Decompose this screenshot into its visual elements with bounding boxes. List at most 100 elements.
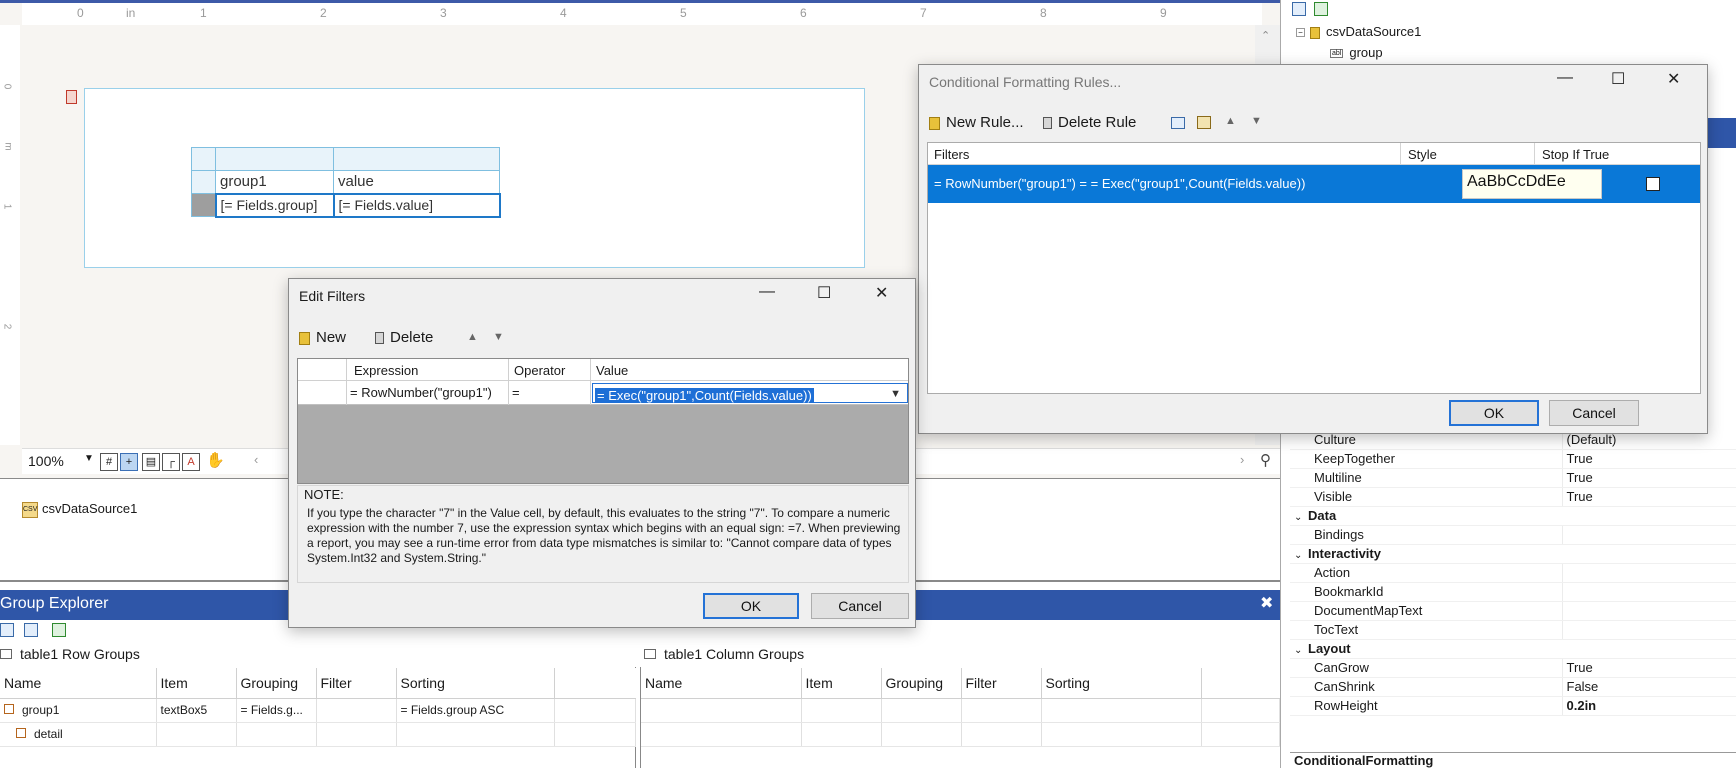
stop-if-true-checkbox[interactable] [1646,177,1660,191]
maximize-icon[interactable]: ☐ [817,283,831,303]
property-value[interactable]: 0.2in [1562,696,1736,716]
property-row[interactable]: CanShrink False [1290,677,1736,697]
zoom-level[interactable]: 100% [28,453,64,469]
property-value[interactable] [1562,563,1736,583]
property-category[interactable]: ⌄ Layout [1290,639,1736,659]
tree-node-field[interactable]: abl group [1330,45,1383,60]
property-value[interactable]: True [1562,658,1736,678]
cancel-button[interactable]: Cancel [811,593,909,619]
filter-value-text[interactable]: = Exec("group1",Count(Fields.value)) [595,388,814,403]
ruler-icon[interactable]: ┌ [162,453,180,471]
property-row[interactable]: Visible True [1290,487,1736,507]
column-header[interactable]: Operator [514,363,565,378]
detail-cell-group[interactable]: [= Fields.group] [214,192,335,218]
property-value[interactable] [1562,601,1736,621]
edit-icon[interactable] [1292,2,1306,16]
property-row[interactable]: Bindings [1290,525,1736,545]
copy-icon[interactable] [1171,117,1185,129]
hand-icon[interactable]: ✋ [206,453,225,471]
column-header[interactable]: Name [0,668,157,699]
column-header[interactable]: Style [1408,147,1437,162]
rule-row-selected[interactable]: = RowNumber("group1") = = Exec("group1",… [928,165,1700,203]
maximize-icon[interactable]: ☐ [1611,69,1625,89]
property-category[interactable]: ⌄ Interactivity [1290,544,1736,564]
column-header[interactable]: Expression [354,363,418,378]
delete-filter-button[interactable]: Delete [375,329,433,346]
property-value[interactable]: True [1562,449,1736,469]
chevron-left-icon[interactable]: ‹ [254,452,258,467]
chevron-down-icon[interactable]: ⌄ [1294,550,1308,561]
report-table[interactable]: group1 value [= Fields.group] [= Fields.… [191,147,501,218]
column-header[interactable]: Sorting [1041,668,1202,699]
move-down-icon[interactable]: ▼ [1251,115,1262,127]
detail-cell-value[interactable]: [= Fields.value] [332,192,501,218]
property-value[interactable] [1562,620,1736,640]
column-header[interactable]: Filter [316,668,397,699]
cancel-button[interactable]: Cancel [1549,400,1639,426]
property-row[interactable]: CanGrow True [1290,658,1736,678]
filter-row[interactable]: = RowNumber("group1") = = Exec("group1",… [298,381,908,405]
column-header[interactable]: Stop If True [1542,147,1609,162]
chevron-down-icon[interactable]: ▼ [890,388,901,400]
grid-icon[interactable]: # [100,453,118,471]
new-rule-button[interactable]: New Rule... [929,114,1024,131]
move-up-icon[interactable]: ▲ [1225,115,1236,127]
chevron-down-icon[interactable]: ⌄ [1294,645,1308,656]
tree-node-data-source[interactable]: − csvDataSource1 [1296,24,1421,39]
magnifier-icon[interactable]: ⚲ [1260,451,1271,469]
refresh-icon[interactable] [52,623,66,637]
ok-button[interactable]: OK [1449,400,1539,426]
table-column-handle[interactable] [215,147,334,171]
font-icon[interactable]: A [182,453,200,471]
table-row-handle[interactable] [191,170,216,194]
table-corner-handle[interactable] [191,147,216,171]
group-name[interactable]: detail [0,722,157,747]
column-header[interactable]: Filter [961,668,1042,699]
close-icon[interactable]: ✖ [1260,593,1273,613]
column-header[interactable]: Item [801,668,882,699]
chevron-down-icon[interactable]: ⌄ [1294,512,1308,523]
data-source-item[interactable]: CSV csvDataSource1 [22,501,137,518]
column-header[interactable]: Grouping [881,668,962,699]
paste-icon[interactable] [1197,116,1211,129]
table-row[interactable]: group1 textBox5 = Fields.g... = Fields.g… [0,698,636,723]
column-header[interactable]: Filters [934,147,969,162]
new-filter-button[interactable]: New [299,329,346,346]
chevron-right-icon[interactable]: › [1240,452,1244,467]
collapse-icon[interactable]: − [1296,28,1305,38]
close-icon[interactable]: ✕ [875,283,888,303]
property-row[interactable]: RowHeight 0.2in [1290,696,1736,716]
property-row[interactable]: KeepTogether True [1290,449,1736,469]
property-value[interactable] [1562,525,1736,545]
refresh-icon[interactable] [1314,2,1328,16]
property-value[interactable]: False [1562,677,1736,697]
delete-rule-button[interactable]: Delete Rule [1043,114,1136,131]
rule-style-preview[interactable]: AaBbCcDdEe [1462,169,1602,199]
move-up-icon[interactable]: ▲ [467,331,478,343]
header-cell-value[interactable]: value [333,170,500,194]
minimize-icon[interactable]: — [759,283,775,301]
filter-operator[interactable]: = [512,385,520,400]
ok-button[interactable]: OK [703,593,799,619]
move-down-icon[interactable]: ▼ [493,331,504,343]
section-icon[interactable]: ▤ [142,453,160,471]
header-cell-group1[interactable]: group1 [215,170,334,194]
rule-filter[interactable]: = RowNumber("group1") = = Exec("group1",… [934,176,1305,191]
property-row[interactable]: TocText [1290,620,1736,640]
table-column-handle[interactable] [333,147,500,171]
filter-value-combobox[interactable]: = Exec("group1",Count(Fields.value)) ▼ [592,383,908,403]
property-row[interactable]: Multiline True [1290,468,1736,488]
column-header[interactable]: Name [641,668,802,699]
group-name[interactable]: group1 [0,698,157,723]
column-header[interactable]: Value [596,363,628,378]
property-row[interactable]: Action [1290,563,1736,583]
minimize-icon[interactable]: — [1557,69,1573,87]
property-row[interactable]: BookmarkId [1290,582,1736,602]
property-value[interactable]: True [1562,468,1736,488]
table-row-handle-selected[interactable] [191,193,216,217]
property-category[interactable]: ⌄ Data [1290,506,1736,526]
column-header[interactable]: Grouping [236,668,317,699]
filter-expression[interactable]: = RowNumber("group1") [350,385,492,400]
close-icon[interactable]: ✕ [1667,69,1680,89]
chevron-down-icon[interactable]: ▼ [84,453,94,464]
